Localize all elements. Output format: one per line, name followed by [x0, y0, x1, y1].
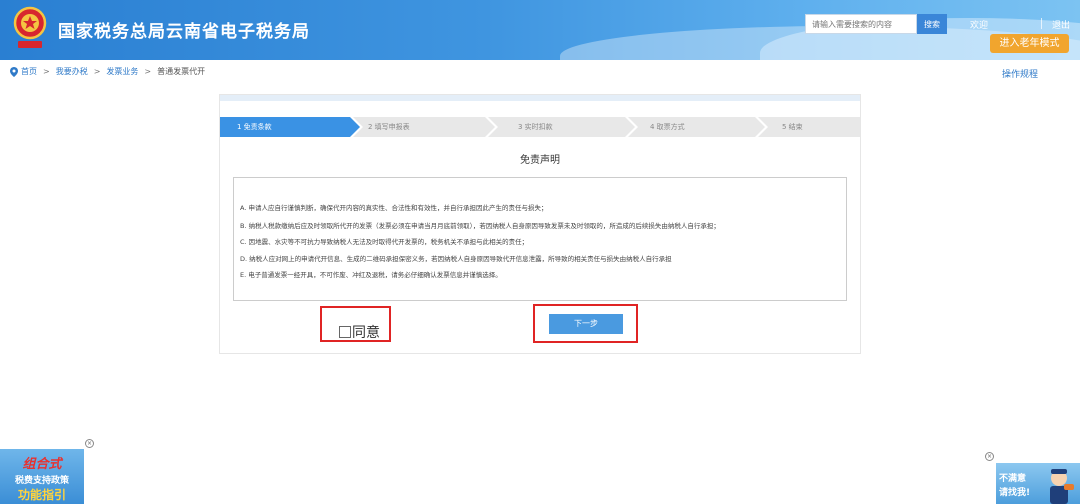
policy-guide-banner[interactable]: 组合式 税费支持政策 功能指引 [0, 449, 84, 504]
banner-line-3: 功能指引 [17, 488, 66, 502]
breadcrumb-separator: > [43, 67, 50, 76]
disclaimer-title: 免责声明 [520, 155, 560, 166]
breadcrumb: 首页 > 我要办税 > 发票业务 > 普通发票代开 [10, 66, 205, 77]
breadcrumb-separator: > [144, 67, 152, 76]
search-button[interactable]: 搜索 [917, 14, 947, 34]
mascot-icon [1050, 469, 1074, 504]
close-icon[interactable]: × [85, 439, 94, 448]
welcome-text: 欢迎 [970, 21, 989, 31]
banner-line-2: 税费支持政策 [14, 476, 69, 486]
site-title: 国家税务总局云南省电子税务局 [58, 22, 310, 42]
term-item: C. 因地震、水灾等不可抗力导致纳税人无法及时取得代开发票的，税务机关不承担与此… [240, 238, 529, 246]
site-header: 国家税务总局云南省电子税务局 搜索 欢迎 退出 进入老年模式 [0, 0, 1080, 60]
breadcrumb-invoice-business[interactable]: 发票业务 [106, 66, 138, 77]
feedback-line-2: 请找我! [999, 488, 1031, 498]
terms-box: A. 申请人应自行谨慎判断，确保代开内容的真实性、合法性和有效性，并自行承担因此… [233, 177, 847, 301]
search-input[interactable] [805, 14, 917, 34]
feedback-banner[interactable]: 不满意 请找我! [996, 463, 1080, 504]
step-indicator: 1 免责条款 2 填写申报表 3 实时扣款 4 取票方式 5 结束 [220, 117, 860, 137]
step-2-label: 2 填写申报表 [368, 123, 410, 131]
location-pin-icon [10, 66, 18, 77]
operation-guide-link[interactable]: 操作规程 [1002, 67, 1038, 80]
header-divider [1041, 18, 1042, 29]
agree-highlight-box [320, 306, 391, 342]
panel-top-bar [220, 95, 860, 101]
breadcrumb-home[interactable]: 首页 [21, 66, 37, 77]
step-4-label: 4 取票方式 [650, 123, 685, 131]
term-item: D. 纳税人应对网上的申请代开信息、生成的二维码承担保密义务，若因纳税人自身原因… [240, 255, 672, 263]
tax-emblem-icon [13, 6, 47, 48]
step-3-label: 3 实时扣款 [518, 123, 553, 131]
next-highlight-box [533, 304, 638, 343]
step-arrow-5 [758, 117, 860, 137]
breadcrumb-separator: > [93, 67, 101, 76]
step-1-label: 1 免责条款 [237, 123, 272, 131]
feedback-line-1: 不满意 [999, 474, 1027, 484]
banner-line-1: 组合式 [22, 457, 62, 472]
step-arrow-4 [628, 117, 765, 137]
breadcrumb-tax-handling[interactable]: 我要办税 [56, 66, 88, 77]
step-arrow-3 [488, 117, 635, 137]
elder-mode-button[interactable]: 进入老年模式 [990, 34, 1069, 53]
term-item: B. 纳税人税款缴纳后应及时领取所代开的发票（发票必须在申请当月月底前领取），若… [240, 222, 720, 230]
close-icon[interactable]: × [985, 452, 994, 461]
breadcrumb-current: 普通发票代开 [157, 67, 206, 76]
term-item: A. 申请人应自行谨慎判断，确保代开内容的真实性、合法性和有效性，并自行承担因此… [240, 204, 548, 212]
term-item: E. 电子普通发票一经开具，不可作废、冲红及退税，请务必仔细确认发票信息并谨慎选… [240, 271, 502, 279]
logout-link[interactable]: 退出 [1052, 18, 1070, 31]
step-5-label: 5 结束 [782, 123, 803, 131]
